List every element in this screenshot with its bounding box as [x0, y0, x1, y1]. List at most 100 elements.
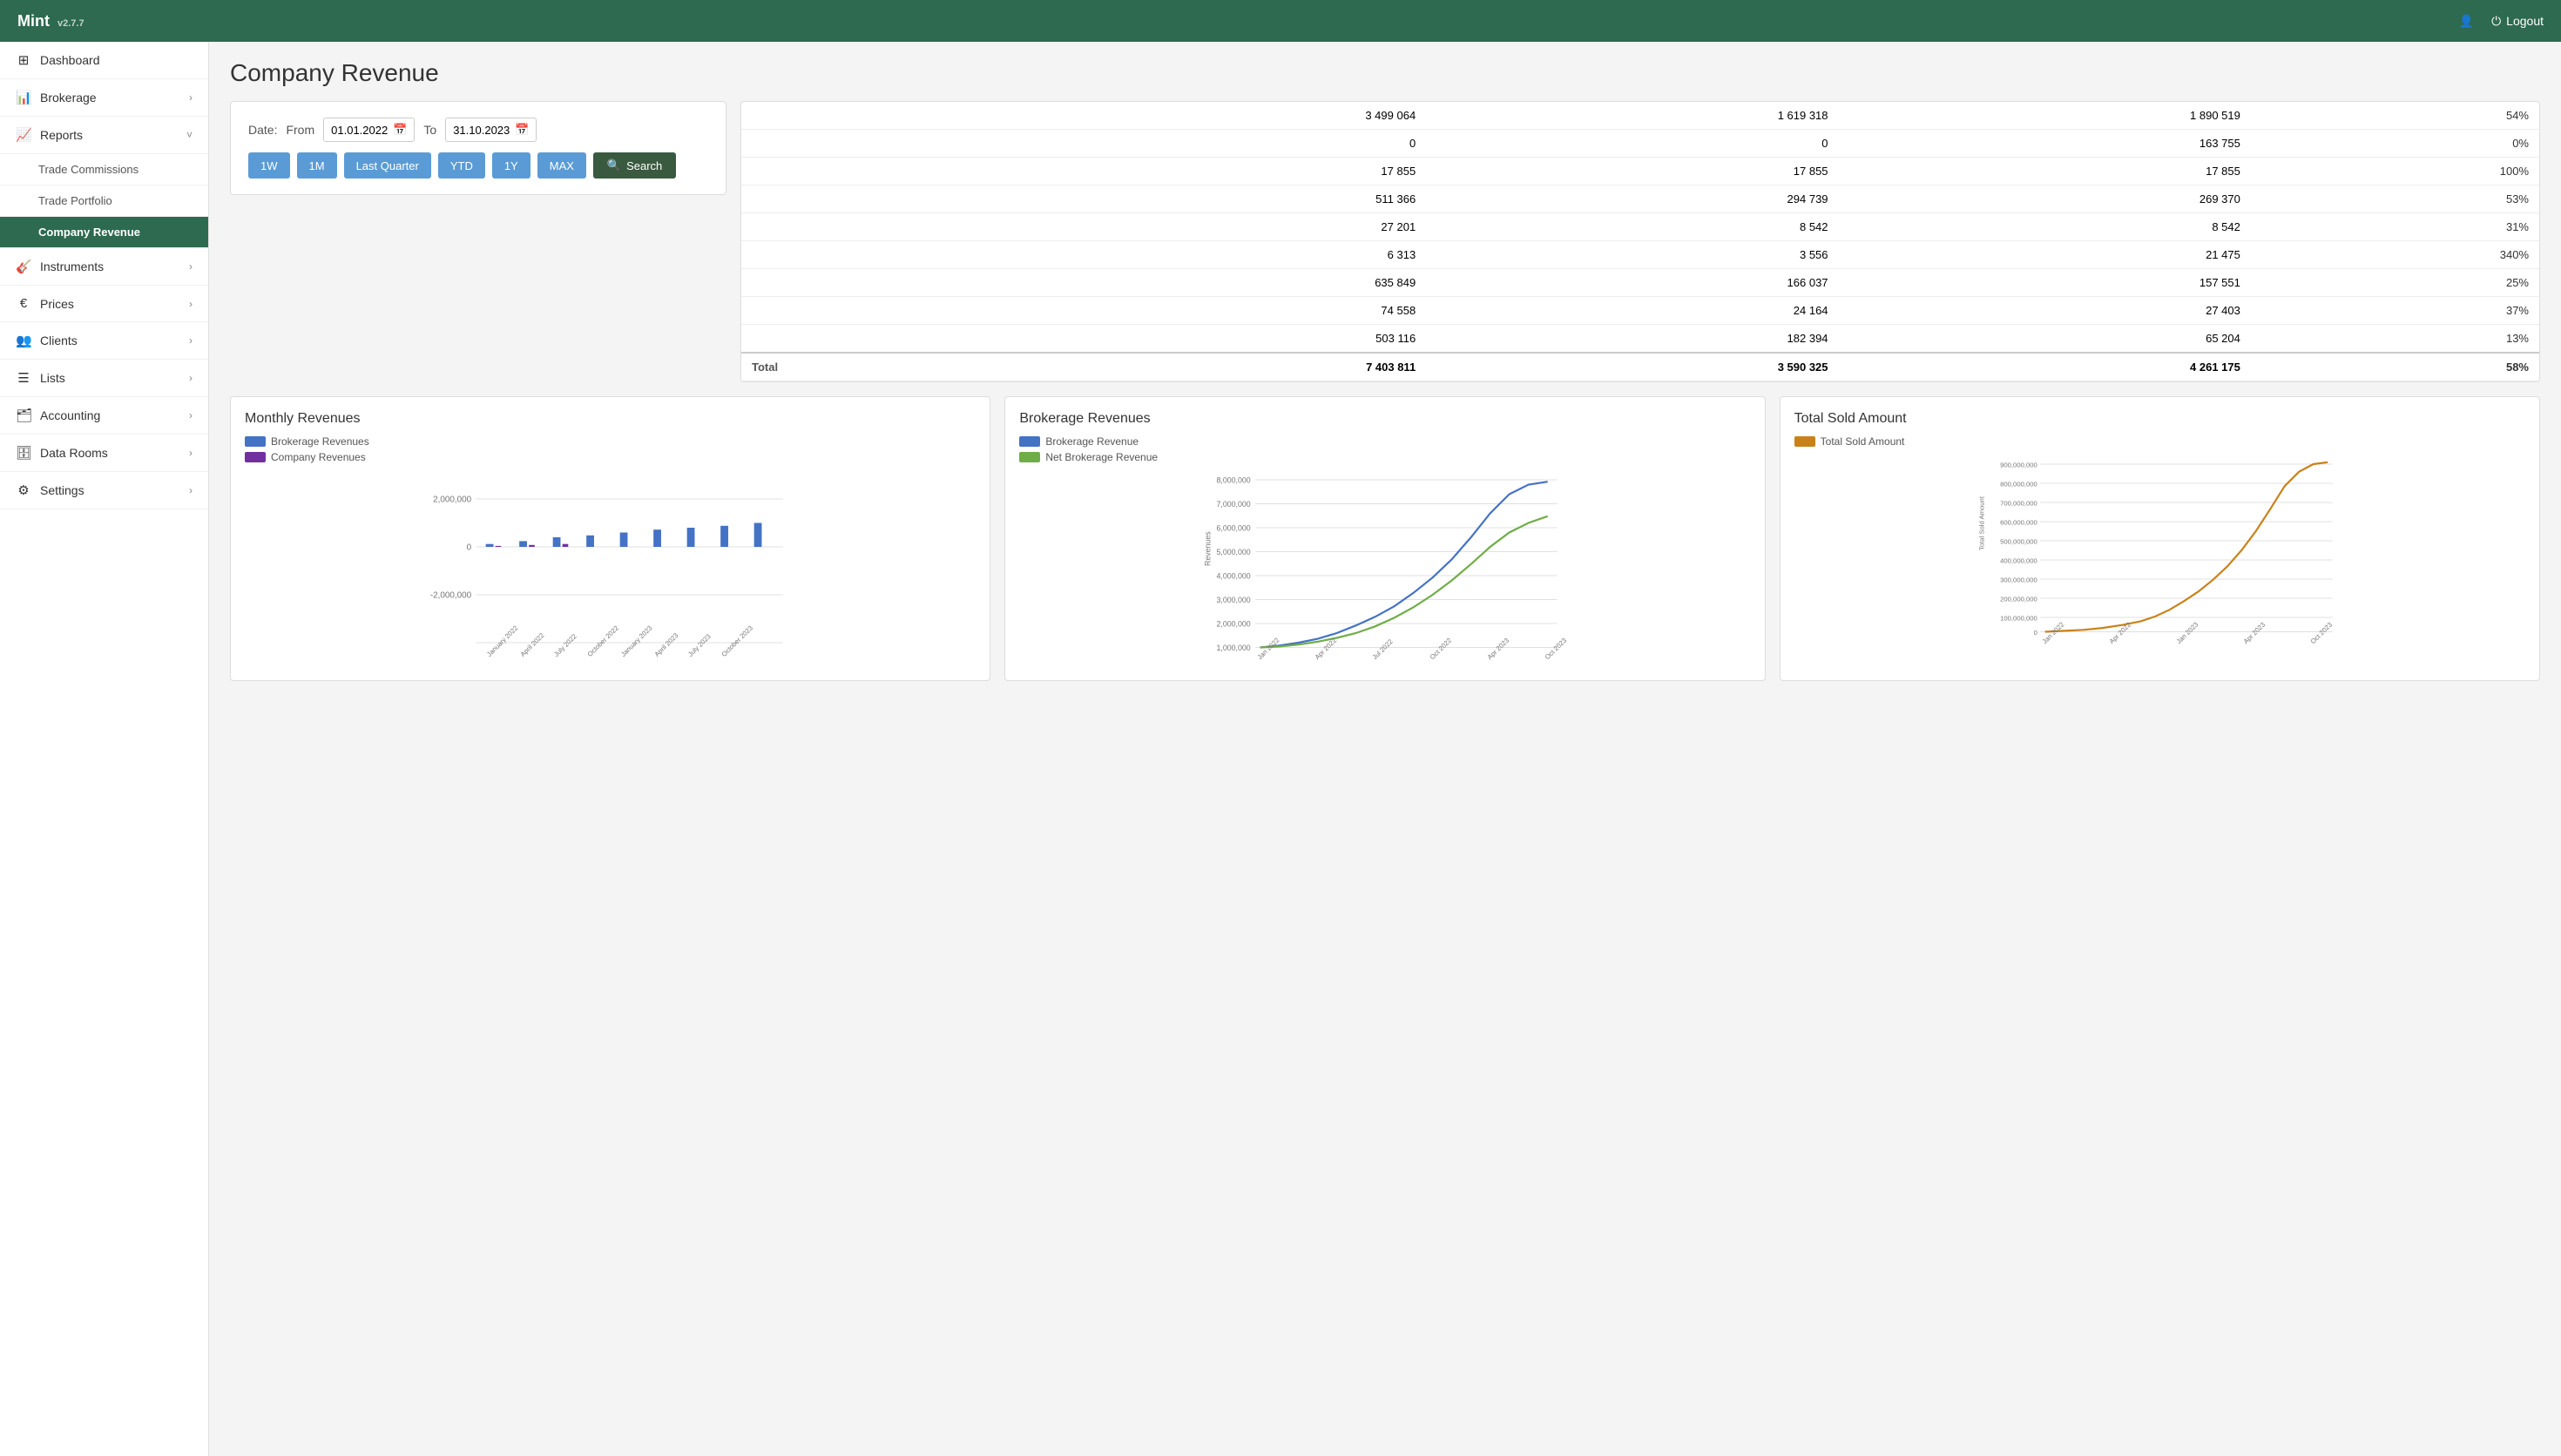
app-name: Mint [17, 12, 50, 30]
sidebar-item-accounting[interactable]: 🗂 Accounting › [0, 397, 208, 435]
sidebar-item-data-rooms[interactable]: 🗄 Data Rooms › [0, 435, 208, 472]
reports-icon: 📈 [16, 127, 31, 143]
sidebar-item-clients[interactable]: 👥 Clients › [0, 322, 208, 360]
filter-panel: Date: From 01.01.2022 📅 To 31.10.2023 📅 [230, 101, 726, 382]
date-from-input[interactable]: 01.01.2022 📅 [323, 118, 415, 142]
col1-val: 3 499 064 [1014, 102, 1426, 130]
sidebar: ⊞ Dashboard 📊 Brokerage › 📈 Reports ˅ Tr… [0, 42, 209, 1456]
svg-text:900,000,000: 900,000,000 [2000, 461, 2037, 468]
monthly-chart-title: Monthly Revenues [245, 411, 976, 427]
svg-text:0: 0 [467, 543, 472, 552]
logout-button[interactable]: ⏻ Logout [2491, 14, 2544, 29]
chevron-right-icon-2: › [189, 260, 193, 273]
svg-text:-2,000,000: -2,000,000 [430, 590, 472, 600]
sidebar-item-trade-portfolio[interactable]: Trade Portfolio [0, 185, 208, 217]
monthly-legend: Brokerage Revenues Company Revenues [245, 435, 976, 463]
total-sold-title: Total Sold Amount [1794, 411, 2525, 427]
sidebar-item-settings[interactable]: ⚙ Settings › [0, 472, 208, 509]
settings-icon: ⚙ [16, 482, 31, 498]
button-row: 1W 1M Last Quarter YTD 1Y MAX 🔍 Search [248, 152, 708, 179]
instruments-icon: 🎸 [16, 259, 31, 274]
total-sold-card: Total Sold Amount Total Sold Amount [1780, 396, 2540, 681]
prices-icon: € [16, 296, 31, 311]
svg-text:1,000,000: 1,000,000 [1217, 644, 1251, 652]
btn-1m[interactable]: 1M [297, 152, 337, 179]
date-to-input[interactable]: 31.10.2023 📅 [445, 118, 537, 142]
table-row: 635 849 166 037 157 551 25% [741, 269, 2539, 297]
svg-text:Oct 2022: Oct 2022 [1429, 637, 1453, 661]
svg-text:5,000,000: 5,000,000 [1217, 548, 1251, 556]
btn-ytd[interactable]: YTD [438, 152, 485, 179]
svg-text:April 2022: April 2022 [519, 631, 546, 658]
total-col2: 3 590 325 [1426, 353, 1838, 381]
svg-text:100,000,000: 100,000,000 [2000, 614, 2037, 622]
dashboard-icon: ⊞ [16, 52, 31, 68]
monthly-revenues-card: Monthly Revenues Brokerage Revenues Comp… [230, 396, 990, 681]
chevron-right-icon: › [189, 91, 193, 104]
search-button[interactable]: 🔍 Search [593, 152, 676, 179]
sidebar-item-company-revenue[interactable]: Company Revenue [0, 217, 208, 248]
total-col1: 7 403 811 [1014, 353, 1426, 381]
brokerage-revenues-chart: 8,000,000 7,000,000 6,000,000 5,000,000 … [1019, 470, 1750, 662]
btn-max[interactable]: MAX [537, 152, 586, 179]
svg-text:3,000,000: 3,000,000 [1217, 596, 1251, 604]
btn-1y[interactable]: 1Y [492, 152, 530, 179]
app-title: Mint v2.7.7 [17, 12, 84, 30]
legend-color-company [245, 452, 266, 462]
page-title: Company Revenue [230, 59, 2540, 87]
clients-icon: 👥 [16, 333, 31, 348]
total-label: Total [741, 353, 1014, 381]
chevron-right-icon-3: › [189, 298, 193, 310]
legend-color-sold [1794, 436, 1815, 447]
btn-last-quarter[interactable]: Last Quarter [344, 152, 431, 179]
svg-text:800,000,000: 800,000,000 [2000, 480, 2037, 488]
svg-text:2,000,000: 2,000,000 [433, 495, 472, 504]
sidebar-item-dashboard[interactable]: ⊞ Dashboard [0, 42, 208, 79]
table-row: 3 499 064 1 619 318 1 890 519 54% [741, 102, 2539, 130]
sidebar-item-trade-commissions[interactable]: Trade Commissions [0, 154, 208, 185]
svg-text:Jan 2022: Jan 2022 [2040, 620, 2065, 645]
svg-text:700,000,000: 700,000,000 [2000, 499, 2037, 507]
total-row: Total 7 403 811 3 590 325 4 261 175 58% [741, 353, 2539, 381]
svg-text:0: 0 [2033, 629, 2037, 637]
table-row: 27 201 8 542 8 542 31% [741, 213, 2539, 241]
topbar: Mint v2.7.7 👤 ⏻ Logout [0, 0, 2561, 42]
btn-1w[interactable]: 1W [248, 152, 290, 179]
sidebar-item-lists[interactable]: ☰ Lists › [0, 360, 208, 397]
legend-net-brokerage: Net Brokerage Revenue [1019, 451, 1750, 463]
svg-text:7,000,000: 7,000,000 [1217, 500, 1251, 509]
svg-text:October 2022: October 2022 [586, 624, 620, 658]
date-row: Date: From 01.01.2022 📅 To 31.10.2023 📅 [248, 118, 708, 142]
to-label: To [423, 123, 436, 137]
legend-color-net [1019, 452, 1040, 462]
svg-text:Apr 2023: Apr 2023 [1486, 637, 1510, 661]
svg-text:600,000,000: 600,000,000 [2000, 518, 2037, 526]
legend-total-sold: Total Sold Amount [1794, 435, 2525, 448]
user-button[interactable]: 👤 [2459, 14, 2474, 29]
svg-text:200,000,000: 200,000,000 [2000, 595, 2037, 603]
calendar-icon-to: 📅 [515, 123, 529, 137]
table-row: 74 558 24 164 27 403 37% [741, 297, 2539, 325]
sidebar-item-brokerage[interactable]: 📊 Brokerage › [0, 79, 208, 117]
svg-text:July 2023: July 2023 [686, 632, 713, 658]
svg-text:Revenues: Revenues [1204, 531, 1213, 566]
table-row: 0 0 163 755 0% [741, 130, 2539, 158]
legend-color-br [1019, 436, 1040, 447]
svg-text:500,000,000: 500,000,000 [2000, 537, 2037, 545]
revenue-table-panel: 3 499 064 1 619 318 1 890 519 54% 0 0 16… [740, 101, 2540, 382]
sidebar-item-prices[interactable]: € Prices › [0, 286, 208, 322]
accounting-icon: 🗂 [16, 408, 31, 423]
svg-text:Jan 2023: Jan 2023 [2174, 620, 2199, 645]
brokerage-icon: 📊 [16, 90, 31, 105]
total-sold-legend: Total Sold Amount [1794, 435, 2525, 448]
from-label: From [286, 123, 314, 137]
sidebar-item-reports[interactable]: 📈 Reports ˅ [0, 117, 208, 154]
svg-text:Jan 2022: Jan 2022 [1256, 636, 1281, 661]
topbar-right: 👤 ⏻ Logout [2459, 14, 2544, 29]
top-section: Date: From 01.01.2022 📅 To 31.10.2023 📅 [230, 101, 2540, 382]
chevron-right-icon-7: › [189, 447, 193, 459]
filter-section: Date: From 01.01.2022 📅 To 31.10.2023 📅 [230, 101, 726, 195]
legend-brokerage-revenues: Brokerage Revenues [245, 435, 976, 448]
sidebar-item-instruments[interactable]: 🎸 Instruments › [0, 248, 208, 286]
svg-text:Oct 2023: Oct 2023 [2308, 621, 2333, 645]
